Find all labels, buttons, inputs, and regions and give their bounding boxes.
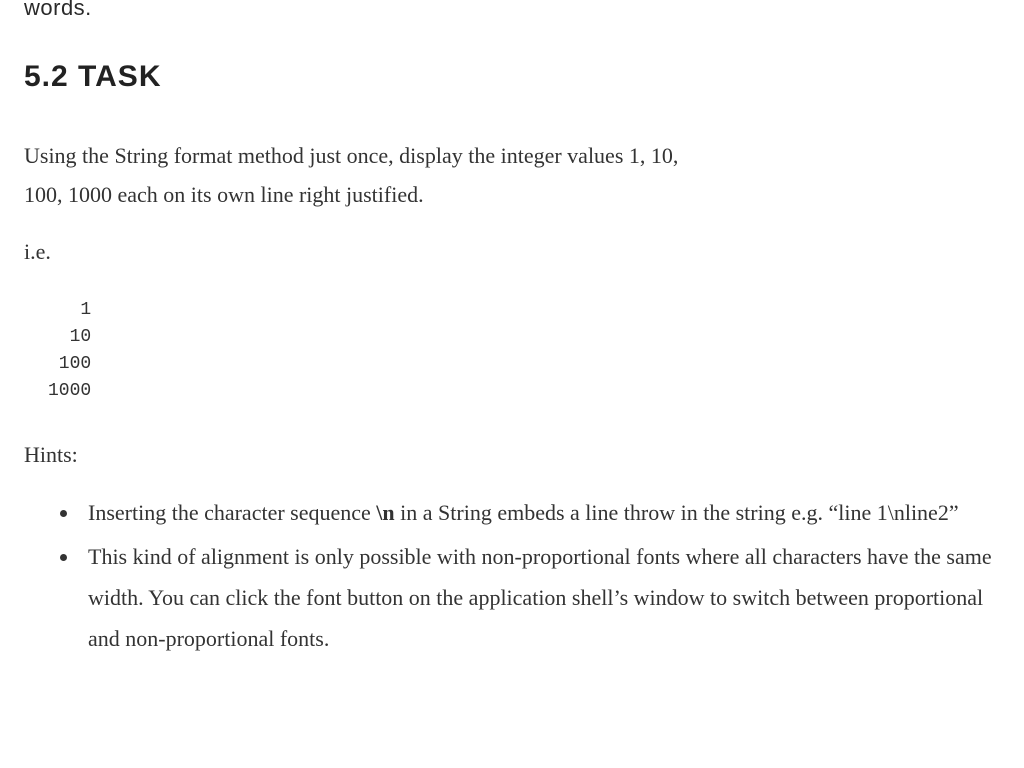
hint-bold-escape: \n: [376, 500, 394, 525]
hint-text-post: in a String embeds a line throw in the s…: [395, 500, 959, 525]
previous-paragraph-fragment: words.: [24, 0, 1000, 25]
task-description: Using the String format method just once…: [24, 137, 1000, 214]
hint-text-pre: Inserting the character sequence: [88, 500, 376, 525]
task-description-line2: 100, 1000 each on its own line right jus…: [24, 182, 424, 207]
task-description-line1: Using the String format method just once…: [24, 143, 678, 168]
ie-label: i.e.: [24, 234, 1000, 269]
hint-text: This kind of alignment is only possible …: [88, 544, 992, 650]
hints-label: Hints:: [24, 437, 1000, 472]
hints-list: Inserting the character sequence \n in a…: [52, 493, 1000, 660]
hint-item: Inserting the character sequence \n in a…: [80, 493, 1000, 534]
section-heading: 5.2 TASK: [24, 53, 1000, 101]
document-page: words. 5.2 TASK Using the String format …: [0, 0, 1024, 659]
example-output: 1 10 100 1000: [48, 297, 1000, 405]
hint-item: This kind of alignment is only possible …: [80, 537, 1000, 659]
